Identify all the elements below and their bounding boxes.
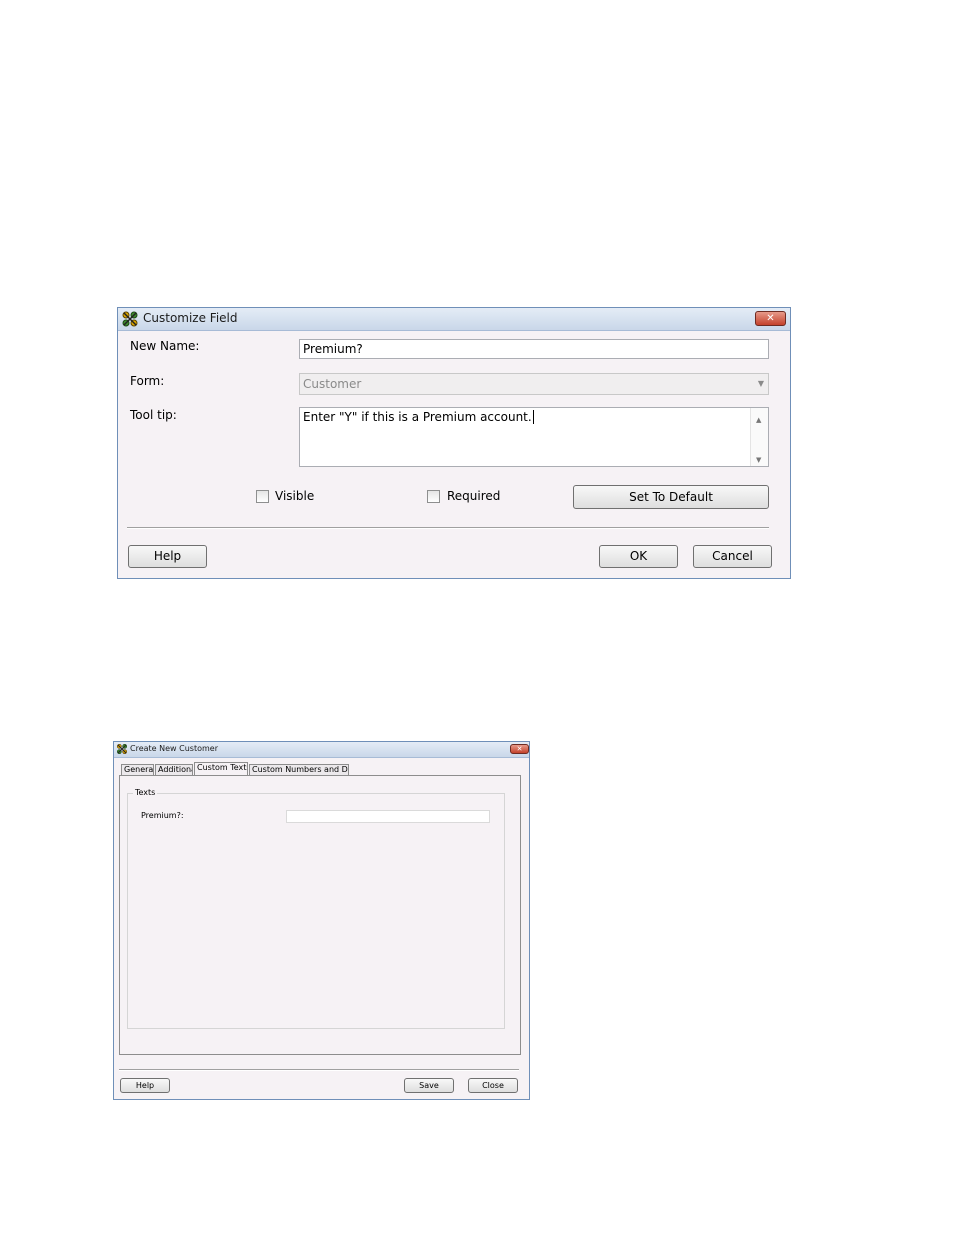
premium-input[interactable] <box>286 810 490 823</box>
close-button[interactable]: ✕ <box>755 311 786 326</box>
tab-label: Additional <box>158 765 192 774</box>
tab-label: Custom Numbers and Dates <box>252 765 348 774</box>
help-button[interactable]: Help <box>128 545 207 568</box>
close-icon: ✕ <box>516 745 523 753</box>
tooltip-value: Enter "Y" if this is a Premium account. <box>303 410 532 424</box>
close-label: Close <box>482 1081 504 1090</box>
tab-panel: Texts Premium?: <box>119 775 521 1055</box>
text-cursor <box>532 410 534 424</box>
dialog-title: Customize Field <box>143 311 238 325</box>
new-name-input[interactable]: Premium? <box>299 339 769 359</box>
premium-label: Premium?: <box>141 811 184 820</box>
cancel-button[interactable]: Cancel <box>693 545 772 568</box>
chevron-down-icon: ▼ <box>757 379 764 388</box>
textarea-scrollbar[interactable]: ▲ ▼ <box>750 408 768 466</box>
scroll-up-icon[interactable]: ▲ <box>756 411 761 429</box>
close-dialog-button[interactable]: Close <box>468 1078 518 1093</box>
required-label: Required <box>447 489 501 503</box>
ok-label: OK <box>629 549 648 563</box>
help-button[interactable]: Help <box>120 1078 170 1093</box>
tab-label: Custom Texts <box>197 763 248 772</box>
customize-field-dialog: Customize Field ✕ New Name: Premium? For… <box>117 307 791 579</box>
new-name-label: New Name: <box>130 339 200 353</box>
tab-label: General <box>124 765 154 774</box>
close-icon: ✕ <box>766 313 775 324</box>
tooltip-label: Tool tip: <box>130 408 177 422</box>
form-select[interactable]: Customer ▼ <box>299 373 769 395</box>
scroll-down-icon[interactable]: ▼ <box>756 451 761 466</box>
form-select-value: Customer <box>303 377 362 391</box>
create-customer-dialog: Create New Customer ✕ General Additional… <box>113 741 530 1100</box>
ok-button[interactable]: OK <box>599 545 678 568</box>
groupbox-title: Texts <box>133 788 158 797</box>
divider <box>119 1069 519 1071</box>
title-bar[interactable]: Create New Customer ✕ <box>114 742 529 758</box>
set-to-default-button[interactable]: Set To Default <box>573 485 769 509</box>
save-label: Save <box>419 1081 439 1090</box>
title-bar[interactable]: Customize Field ✕ <box>118 308 790 331</box>
app-icon <box>117 744 127 754</box>
tooltip-textarea[interactable]: Enter "Y" if this is a Premium account. … <box>299 407 769 467</box>
help-label: Help <box>135 1081 155 1090</box>
dialog-title: Create New Customer <box>130 744 218 753</box>
required-checkbox[interactable] <box>427 490 440 503</box>
set-to-default-label: Set To Default <box>629 490 713 504</box>
close-button[interactable]: ✕ <box>510 744 529 754</box>
help-label: Help <box>153 549 182 563</box>
visible-checkbox[interactable] <box>256 490 269 503</box>
texts-groupbox: Texts Premium?: <box>127 788 505 1029</box>
app-icon <box>122 311 138 327</box>
cancel-label: Cancel <box>712 549 753 563</box>
save-button[interactable]: Save <box>404 1078 454 1093</box>
new-name-value: Premium? <box>303 342 363 356</box>
divider <box>127 527 769 529</box>
tab-custom-texts[interactable]: Custom Texts <box>194 762 248 776</box>
visible-label: Visible <box>275 489 315 503</box>
form-label: Form: <box>130 374 165 388</box>
